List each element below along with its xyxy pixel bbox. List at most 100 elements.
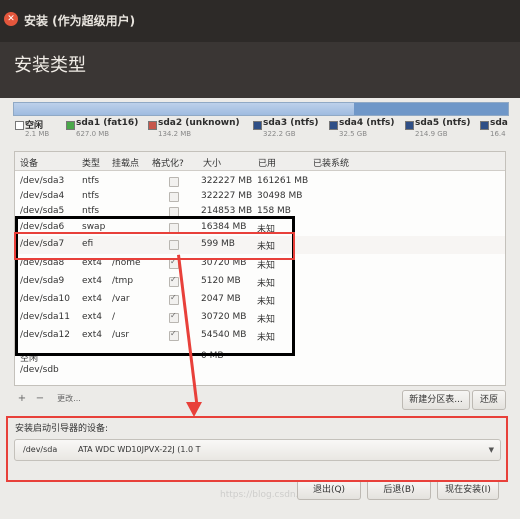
row-mount: /home	[112, 258, 141, 268]
new-partition-table-button[interactable]: 新建分区表...	[402, 390, 470, 410]
legend-size: 322.2 GB	[263, 130, 296, 138]
row-used: 161261 MB	[257, 176, 309, 186]
row-device: /dev/sda10	[20, 294, 71, 304]
table-row[interactable]: /dev/sda6 swap 16384 MB 未知	[15, 219, 505, 237]
format-checkbox[interactable]	[169, 275, 179, 287]
row-size: 54540 MB	[201, 330, 247, 340]
row-size: 322227 MB	[201, 176, 253, 186]
format-checkbox[interactable]	[169, 311, 179, 323]
row-size: 30720 MB	[201, 312, 247, 322]
table-row[interactable]: /dev/sda10 ext4 /var 2047 MB 未知	[15, 291, 505, 309]
row-device: /dev/sda3	[20, 176, 65, 186]
legend-name: sda4 (ntfs)	[339, 118, 395, 128]
col-system[interactable]: 已装系统	[313, 156, 349, 169]
format-checkbox[interactable]	[169, 207, 179, 217]
row-used: 未知	[257, 279, 276, 289]
col-size[interactable]: 大小	[203, 156, 221, 169]
row-used: 158 MB	[257, 206, 291, 216]
boot-loader-select[interactable]: /dev/sda ATA WDC WD10JPVX-22J (1.0 T ▼	[14, 439, 501, 461]
row-type: ext4	[82, 276, 102, 286]
table-row[interactable]: /dev/sda11 ext4 / 30720 MB 未知	[15, 309, 505, 327]
legend-swatch	[66, 121, 75, 130]
format-checkbox[interactable]	[169, 223, 179, 233]
col-device[interactable]: 设备	[20, 156, 38, 169]
row-device: /dev/sda11	[20, 312, 71, 322]
row-type: ntfs	[82, 176, 100, 186]
dropdown-caret-icon: ▼	[488, 446, 494, 454]
row-device: /dev/sda9	[20, 276, 65, 286]
back-button[interactable]: 后退(B)	[367, 480, 431, 500]
row-size: 30720 MB	[201, 258, 247, 268]
legend-swatch	[253, 121, 262, 130]
legend-swatch	[480, 121, 489, 130]
boot-device-model: ATA WDC WD10JPVX-22J (1.0 T	[78, 445, 201, 454]
table-row[interactable]: /dev/sda8 ext4 /home 30720 MB 未知	[15, 255, 505, 273]
row-type: ext4	[82, 312, 102, 322]
row-used: 未知	[257, 315, 276, 325]
row-type: ext4	[82, 294, 102, 304]
legend-swatch	[329, 121, 338, 130]
revert-button[interactable]: 还原	[472, 390, 506, 410]
remove-partition-button[interactable]: −	[32, 392, 48, 406]
col-format[interactable]: 格式化?	[152, 156, 184, 169]
row-mount: /usr	[112, 330, 130, 340]
format-checkbox[interactable]	[169, 177, 179, 187]
change-partition-button[interactable]: 更改...	[52, 392, 86, 406]
legend-size: 627.0 MB	[76, 130, 110, 138]
row-used: 未知	[257, 333, 276, 343]
row-used: 30498 MB	[257, 191, 303, 201]
row-used: 未知	[257, 297, 276, 307]
legend-size: 134.2 MB	[158, 130, 192, 138]
partition-toolbar: + − 更改... 新建分区表... 还原	[14, 390, 506, 410]
annotation-arrow-head-icon	[186, 402, 202, 417]
legend-name: sda1 (fat16)	[76, 118, 139, 128]
table-row[interactable]: /dev/sda7 efi 599 MB 未知	[15, 236, 505, 254]
row-device: /dev/sda5	[20, 206, 65, 216]
legend-size: 32.5 GB	[339, 130, 368, 138]
legend-size: 214.9 GB	[415, 130, 448, 138]
install-now-button[interactable]: 现在安装(I)	[437, 480, 499, 500]
boot-loader-label: 安装启动引导器的设备:	[15, 424, 109, 434]
row-type: swap	[82, 222, 106, 232]
window-title: 安装 (作为超级用户)	[24, 14, 136, 28]
quit-button[interactable]: 退出(Q)	[297, 480, 361, 500]
free-space-segment	[14, 103, 354, 115]
row-size: 2047 MB	[201, 294, 241, 304]
row-size: 16384 MB	[201, 222, 247, 232]
row-mount: /	[112, 312, 116, 322]
table-row[interactable]: /dev/sdb	[15, 362, 505, 380]
format-checkbox[interactable]	[169, 293, 179, 305]
row-device: /dev/sdb	[20, 365, 59, 375]
row-device: /dev/sda6	[20, 222, 65, 232]
row-used: 未知	[257, 225, 276, 235]
table-header: 设备 类型 挂载点 格式化? 大小 已用 已装系统	[15, 152, 505, 171]
format-checkbox[interactable]	[169, 192, 179, 202]
table-row[interactable]: /dev/sda12 ext4 /usr 54540 MB 未知	[15, 327, 505, 345]
row-used: 未知	[257, 261, 276, 271]
row-mount: /var	[112, 294, 130, 304]
col-mount[interactable]: 挂载点	[112, 156, 139, 169]
format-checkbox[interactable]	[169, 240, 179, 250]
row-size: 322227 MB	[201, 191, 253, 201]
partition-table[interactable]: 设备 类型 挂载点 格式化? 大小 已用 已装系统 /dev/sda3 ntfs…	[14, 151, 506, 386]
row-size: 599 MB	[201, 239, 235, 249]
add-partition-button[interactable]: +	[14, 392, 30, 406]
row-type: ext4	[82, 258, 102, 268]
close-icon[interactable]: ✕	[4, 12, 18, 26]
col-type[interactable]: 类型	[82, 156, 100, 169]
legend-name: sda5 (ntfs)	[415, 118, 471, 128]
col-used[interactable]: 已用	[258, 156, 276, 169]
row-size: 214853 MB	[201, 206, 253, 216]
row-device: /dev/sda4	[20, 191, 65, 201]
row-device: /dev/sda7	[20, 239, 65, 249]
format-checkbox[interactable]	[169, 329, 179, 341]
boot-device: /dev/sda	[23, 445, 58, 454]
legend-size: 16.4	[490, 130, 506, 138]
content-area: 空闲 2.1 MB sda1 (fat16) 627.0 MB sda2 (un…	[0, 98, 520, 519]
row-mount: /tmp	[112, 276, 134, 286]
table-row[interactable]: /dev/sda9 ext4 /tmp 5120 MB 未知	[15, 273, 505, 291]
installer-window: ✕ 安装 (作为超级用户) 安装类型 空闲 2.1 MB sda1 (fat16…	[0, 0, 520, 519]
page-header: 安装类型	[0, 42, 520, 98]
row-size: 0 MB	[201, 351, 224, 361]
legend-swatch	[15, 121, 24, 130]
